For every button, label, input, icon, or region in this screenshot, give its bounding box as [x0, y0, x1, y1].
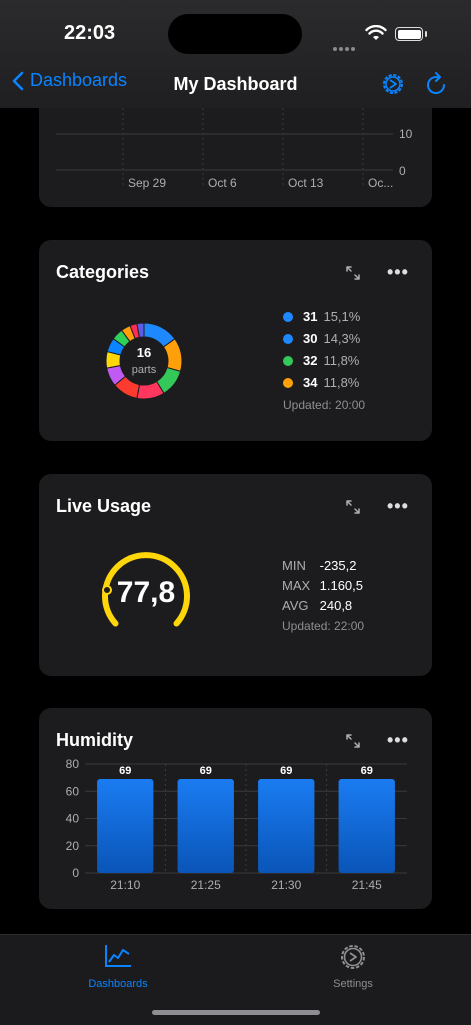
stat-label: MIN: [282, 558, 306, 573]
bar: [258, 778, 315, 873]
more-options-button[interactable]: •••: [387, 262, 409, 283]
dynamic-island: [168, 14, 302, 54]
stat-value: 240,8: [319, 598, 353, 613]
legend-value: 32: [303, 353, 318, 368]
y-tick-10: 10: [399, 127, 413, 141]
legend-dot: [283, 355, 293, 366]
refresh-button[interactable]: [424, 71, 448, 102]
legend-value: 30: [303, 331, 318, 346]
x-tick-label: 21:30: [271, 878, 301, 892]
expand-button[interactable]: [345, 499, 361, 520]
expand-icon: [346, 500, 360, 514]
y-tick-label: 40: [66, 812, 80, 826]
legend-percent: 11,8%: [323, 375, 360, 390]
donut-center-label: parts: [132, 364, 157, 376]
categories-title: Categories: [56, 262, 150, 282]
bar: [97, 778, 154, 873]
battery-icon: [395, 27, 423, 41]
humidity-bar-chart: 0 20 40 60 80 69 21:10 69 21:25 69 21:30 69 21:45: [66, 757, 407, 892]
navigation-header: 22:03 Dashboards My Dashboard: [0, 0, 471, 108]
bar-data-label: 69: [119, 765, 131, 777]
bar-data-label: 69: [280, 765, 292, 777]
y-tick-label: 60: [66, 784, 80, 798]
tab-settings-label: Settings: [333, 978, 373, 990]
stat-label: MAX: [282, 578, 311, 593]
live-usage-gauge: 77,8: [102, 552, 190, 627]
legend-percent: 15,1%: [323, 309, 361, 324]
chevron-left-icon: [12, 71, 24, 90]
wifi-icon: [365, 24, 387, 46]
legend-value: 34: [303, 375, 318, 390]
legend-item: 32 11,8%: [283, 353, 359, 368]
gear-icon: [383, 74, 403, 94]
stat-value: -235,2: [319, 558, 357, 573]
y-tick-label: 20: [66, 839, 80, 853]
stat-max: MAX 1.160,5: [282, 578, 363, 593]
expand-icon: [346, 266, 360, 280]
gauge-value: 77,8: [117, 576, 175, 609]
x-tick-oct: Oc...: [368, 176, 393, 190]
bar-data-label: 69: [361, 765, 373, 777]
cellular-signal-icon: [333, 38, 359, 51]
x-tick-label: 21:45: [352, 878, 382, 892]
chart-line-icon: [105, 945, 131, 967]
stat-min: MIN -235,2: [282, 558, 357, 573]
back-button[interactable]: Dashboards: [12, 70, 127, 91]
legend-percent: 14,3%: [323, 331, 361, 346]
bar-data-label: 69: [200, 765, 212, 777]
live-usage-updated: Updated: 22:00: [282, 619, 365, 633]
donut-center-value: 16: [137, 345, 151, 360]
y-tick-0: 0: [399, 164, 406, 178]
legend-item: 31 15,1%: [283, 309, 360, 324]
tab-dashboards[interactable]: Dashboards: [58, 943, 178, 990]
legend-dot: [283, 377, 293, 388]
status-time: 22:03: [64, 22, 116, 44]
home-indicator: [152, 1010, 320, 1015]
refresh-icon: [427, 72, 446, 94]
legend-value: 31: [303, 309, 318, 324]
gear-icon: [341, 945, 365, 969]
categories-updated: Updated: 20:00: [283, 398, 366, 412]
legend-dot: [283, 333, 293, 344]
live-usage-title: Live Usage: [56, 496, 152, 516]
legend-percent: 11,8%: [323, 353, 360, 368]
legend-item: 34 11,8%: [283, 375, 359, 390]
x-tick-oct6: Oct 6: [208, 176, 237, 190]
bar: [177, 778, 234, 873]
categories-card: Categories ••• 16 parts 31 15,1% 30 14,3…: [39, 240, 432, 441]
y-tick-label: 0: [72, 866, 79, 880]
x-tick-sep29: Sep 29: [128, 176, 166, 190]
legend-dot: [283, 311, 293, 322]
x-tick-label: 21:25: [191, 878, 221, 892]
stat-label: AVG: [282, 598, 309, 613]
x-tick-oct13: Oct 13: [288, 176, 324, 190]
expand-button[interactable]: [345, 265, 361, 286]
categories-donut-chart: 16 parts: [105, 322, 183, 400]
bar: [338, 778, 395, 873]
humidity-card: Humidity ••• 0 20 40 60 80 69 21:10 69 21:25 69 21…: [39, 708, 432, 909]
live-usage-card: Live Usage ••• 77,8 MIN -235,2 MAX 1.160…: [39, 474, 432, 676]
tab-dashboards-label: Dashboards: [88, 978, 148, 990]
stat-avg: AVG 240,8: [282, 598, 352, 613]
tab-settings[interactable]: Settings: [293, 943, 413, 990]
y-tick-label: 80: [66, 757, 80, 771]
more-options-button[interactable]: •••: [387, 496, 409, 517]
back-button-label: Dashboards: [30, 70, 128, 90]
x-tick-label: 21:10: [110, 878, 140, 892]
legend-item: 30 14,3%: [283, 331, 360, 346]
stat-value: 1.160,5: [319, 578, 363, 593]
dashboard-settings-button[interactable]: [380, 71, 406, 102]
battery-cap: [425, 31, 427, 37]
